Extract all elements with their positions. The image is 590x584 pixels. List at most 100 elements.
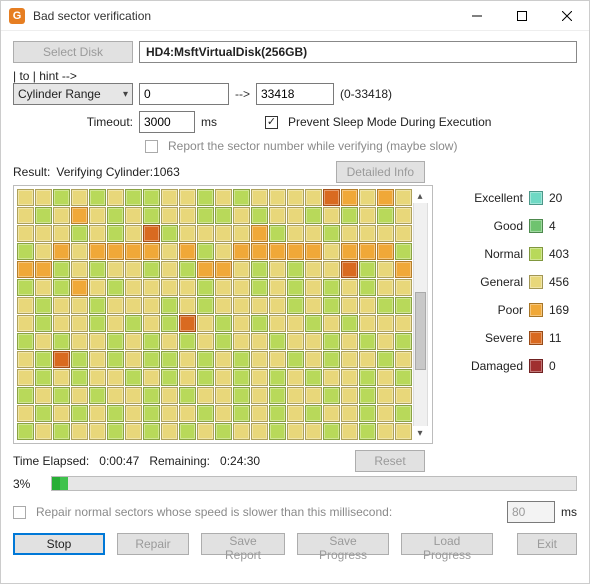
sector-cell: [71, 315, 88, 332]
sector-cell: [215, 423, 232, 440]
legend-row-severe: Severe11: [441, 331, 577, 345]
minimize-button[interactable]: [454, 1, 499, 30]
sector-cell: [287, 315, 304, 332]
sector-cell: [179, 207, 196, 224]
sector-cell: [215, 333, 232, 350]
sector-cell: [395, 333, 412, 350]
sector-cell: [359, 261, 376, 278]
save-progress-button[interactable]: Save Progress: [297, 533, 389, 555]
range-mode-select[interactable]: Cylinder Range ▾: [13, 83, 133, 105]
report-sector-label: Report the sector number while verifying…: [168, 139, 457, 153]
sector-cell: [107, 369, 124, 386]
prevent-sleep-checkbox[interactable]: [265, 116, 278, 129]
sector-cell: [107, 423, 124, 440]
timeout-input[interactable]: [139, 111, 195, 133]
sector-cell: [179, 261, 196, 278]
repair-speed-input[interactable]: [507, 501, 555, 523]
sector-cell: [89, 189, 106, 206]
sector-cell: [35, 297, 52, 314]
sector-cell: [359, 279, 376, 296]
scroll-up-icon[interactable]: ▴: [417, 189, 422, 203]
sector-cell: [359, 243, 376, 260]
sector-cell: [305, 279, 322, 296]
sector-cell: [251, 423, 268, 440]
sector-cell: [107, 189, 124, 206]
sector-cell: [251, 369, 268, 386]
report-sector-checkbox[interactable]: [145, 140, 158, 153]
repair-speed-label: Repair normal sectors whose speed is slo…: [36, 505, 392, 519]
sector-cell: [143, 351, 160, 368]
close-button[interactable]: [544, 1, 589, 30]
legend-swatch-icon: [529, 219, 543, 233]
sector-cell: [287, 225, 304, 242]
sector-cell: [35, 279, 52, 296]
legend: Excellent20Good4Normal403General456Poor1…: [441, 185, 577, 444]
range-to-input[interactable]: [256, 83, 334, 105]
sector-cell: [107, 225, 124, 242]
sector-cell: [197, 387, 214, 404]
sector-cell: [305, 207, 322, 224]
sector-cell: [71, 369, 88, 386]
sector-cell: [197, 405, 214, 422]
sector-cell: [341, 207, 358, 224]
exit-button[interactable]: Exit: [517, 533, 577, 555]
sector-cell: [323, 423, 340, 440]
sector-cell: [197, 369, 214, 386]
sector-cell: [395, 261, 412, 278]
repair-button[interactable]: Repair: [117, 533, 189, 555]
sector-cell: [341, 351, 358, 368]
sector-cell: [269, 369, 286, 386]
sector-cell: [323, 207, 340, 224]
sector-cell: [161, 423, 178, 440]
sector-cell: [107, 351, 124, 368]
remaining-value: 0:24:30: [220, 454, 260, 468]
sector-cell: [71, 297, 88, 314]
sector-cell: [17, 405, 34, 422]
title-bar: G Bad sector verification: [1, 1, 589, 31]
scroll-down-icon[interactable]: ▾: [417, 426, 422, 440]
sector-cell: [89, 279, 106, 296]
sector-cell: [233, 279, 250, 296]
sector-cell: [17, 351, 34, 368]
detailed-info-button[interactable]: Detailed Info: [336, 161, 425, 183]
sector-cell: [143, 261, 160, 278]
sector-cell: [305, 315, 322, 332]
legend-row-excellent: Excellent20: [441, 191, 577, 205]
sector-cell: [107, 297, 124, 314]
range-from-input[interactable]: [139, 83, 229, 105]
scroll-track[interactable]: [413, 203, 428, 426]
sector-cell: [17, 225, 34, 242]
sector-cell: [35, 189, 52, 206]
maximize-button[interactable]: [499, 1, 544, 30]
sector-cell: [323, 243, 340, 260]
repair-speed-checkbox[interactable]: [13, 506, 26, 519]
load-progress-button[interactable]: Load Progress: [401, 533, 493, 555]
sector-cell: [53, 405, 70, 422]
sector-cell: [215, 189, 232, 206]
sector-cell: [197, 279, 214, 296]
sector-cell: [17, 243, 34, 260]
sector-cell: [53, 297, 70, 314]
sector-cell: [143, 405, 160, 422]
sector-cell: [215, 405, 232, 422]
scroll-thumb[interactable]: [415, 292, 426, 370]
sector-cell: [395, 189, 412, 206]
sector-cell: [89, 423, 106, 440]
sector-cell: [17, 207, 34, 224]
progress-bar: [51, 476, 577, 491]
grid-scrollbar[interactable]: ▴ ▾: [412, 189, 428, 440]
select-disk-button[interactable]: Select Disk: [13, 41, 133, 63]
legend-row-normal: Normal403: [441, 247, 577, 261]
sector-cell: [269, 297, 286, 314]
stop-button[interactable]: Stop: [13, 533, 105, 555]
sector-cell: [197, 189, 214, 206]
sector-cell: [287, 297, 304, 314]
sector-cell: [89, 351, 106, 368]
sector-cell: [71, 387, 88, 404]
range-mode-value: Cylinder Range: [18, 87, 101, 101]
save-report-button[interactable]: Save Report: [201, 533, 285, 555]
sector-cell: [35, 387, 52, 404]
reset-button[interactable]: Reset: [355, 450, 425, 472]
sector-cell: [161, 297, 178, 314]
repair-speed-unit: ms: [561, 505, 577, 519]
